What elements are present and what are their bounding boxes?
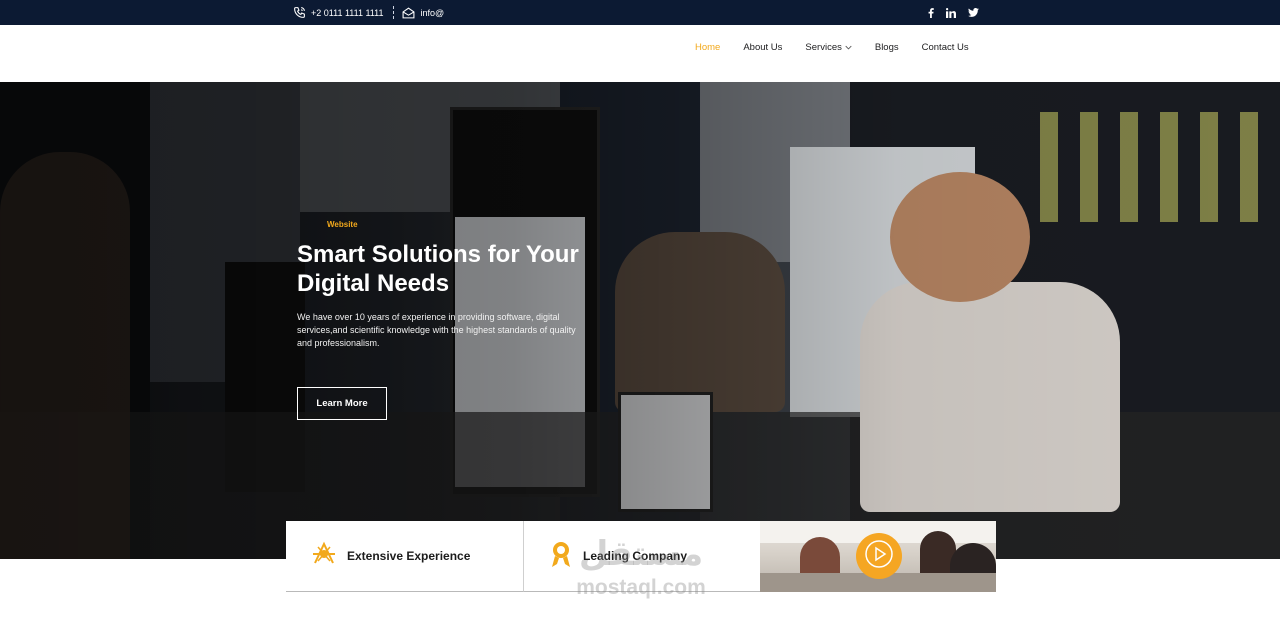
nav-blogs[interactable]: Blogs: [875, 42, 899, 53]
video-thumbnail[interactable]: [760, 521, 996, 592]
watermark-latin: mostaql.com: [576, 576, 706, 599]
facebook-icon[interactable]: [928, 7, 934, 18]
chevron-down-icon: [845, 42, 852, 53]
divider: [393, 6, 395, 19]
linkedin-icon[interactable]: [946, 7, 956, 18]
nav-home[interactable]: Home: [695, 42, 720, 53]
envelope-icon: [402, 6, 415, 19]
main-nav: Home About Us Services Blogs Contact Us: [695, 25, 969, 70]
nav-about-us[interactable]: About Us: [743, 42, 782, 53]
phone-number: +2 0111 1111 1111: [311, 7, 384, 18]
nav-services[interactable]: Services: [805, 42, 852, 53]
hero-title: Smart Solutions for Your Digital Needs: [297, 241, 579, 297]
hero-overlay: [0, 82, 1280, 559]
hero-eyebrow: Website: [327, 220, 358, 229]
watermark-arabic: مستقل: [578, 534, 704, 574]
hero-section: Website Smart Solutions for Your Digital…: [0, 82, 1280, 559]
contact-info: +2 0111 1111 1111 info@: [293, 0, 444, 25]
nav-services-label: Services: [805, 42, 842, 53]
learn-more-button[interactable]: Learn More: [297, 387, 387, 420]
phone-icon: [293, 6, 306, 19]
feature-label: Extensive Experience: [347, 549, 471, 563]
twitter-icon[interactable]: [968, 8, 979, 17]
main-header: Home About Us Services Blogs Contact Us: [0, 25, 1280, 82]
email-address: info@: [420, 7, 445, 18]
play-button[interactable]: [856, 533, 902, 579]
play-icon: [864, 539, 894, 574]
watermark: مستقل mostaql.com: [561, 536, 721, 600]
feature-card-extensive-experience: Extensive Experience: [286, 521, 523, 592]
hero-description: We have over 10 years of experience in p…: [297, 312, 576, 348]
phone-contact[interactable]: +2 0111 1111 1111: [293, 6, 383, 19]
sparkle-icon: [311, 541, 337, 572]
email-contact[interactable]: info@: [402, 6, 445, 19]
nav-contact-us[interactable]: Contact Us: [922, 42, 969, 53]
top-bar: +2 0111 1111 1111 info@: [0, 0, 1280, 25]
social-links: [928, 0, 979, 25]
